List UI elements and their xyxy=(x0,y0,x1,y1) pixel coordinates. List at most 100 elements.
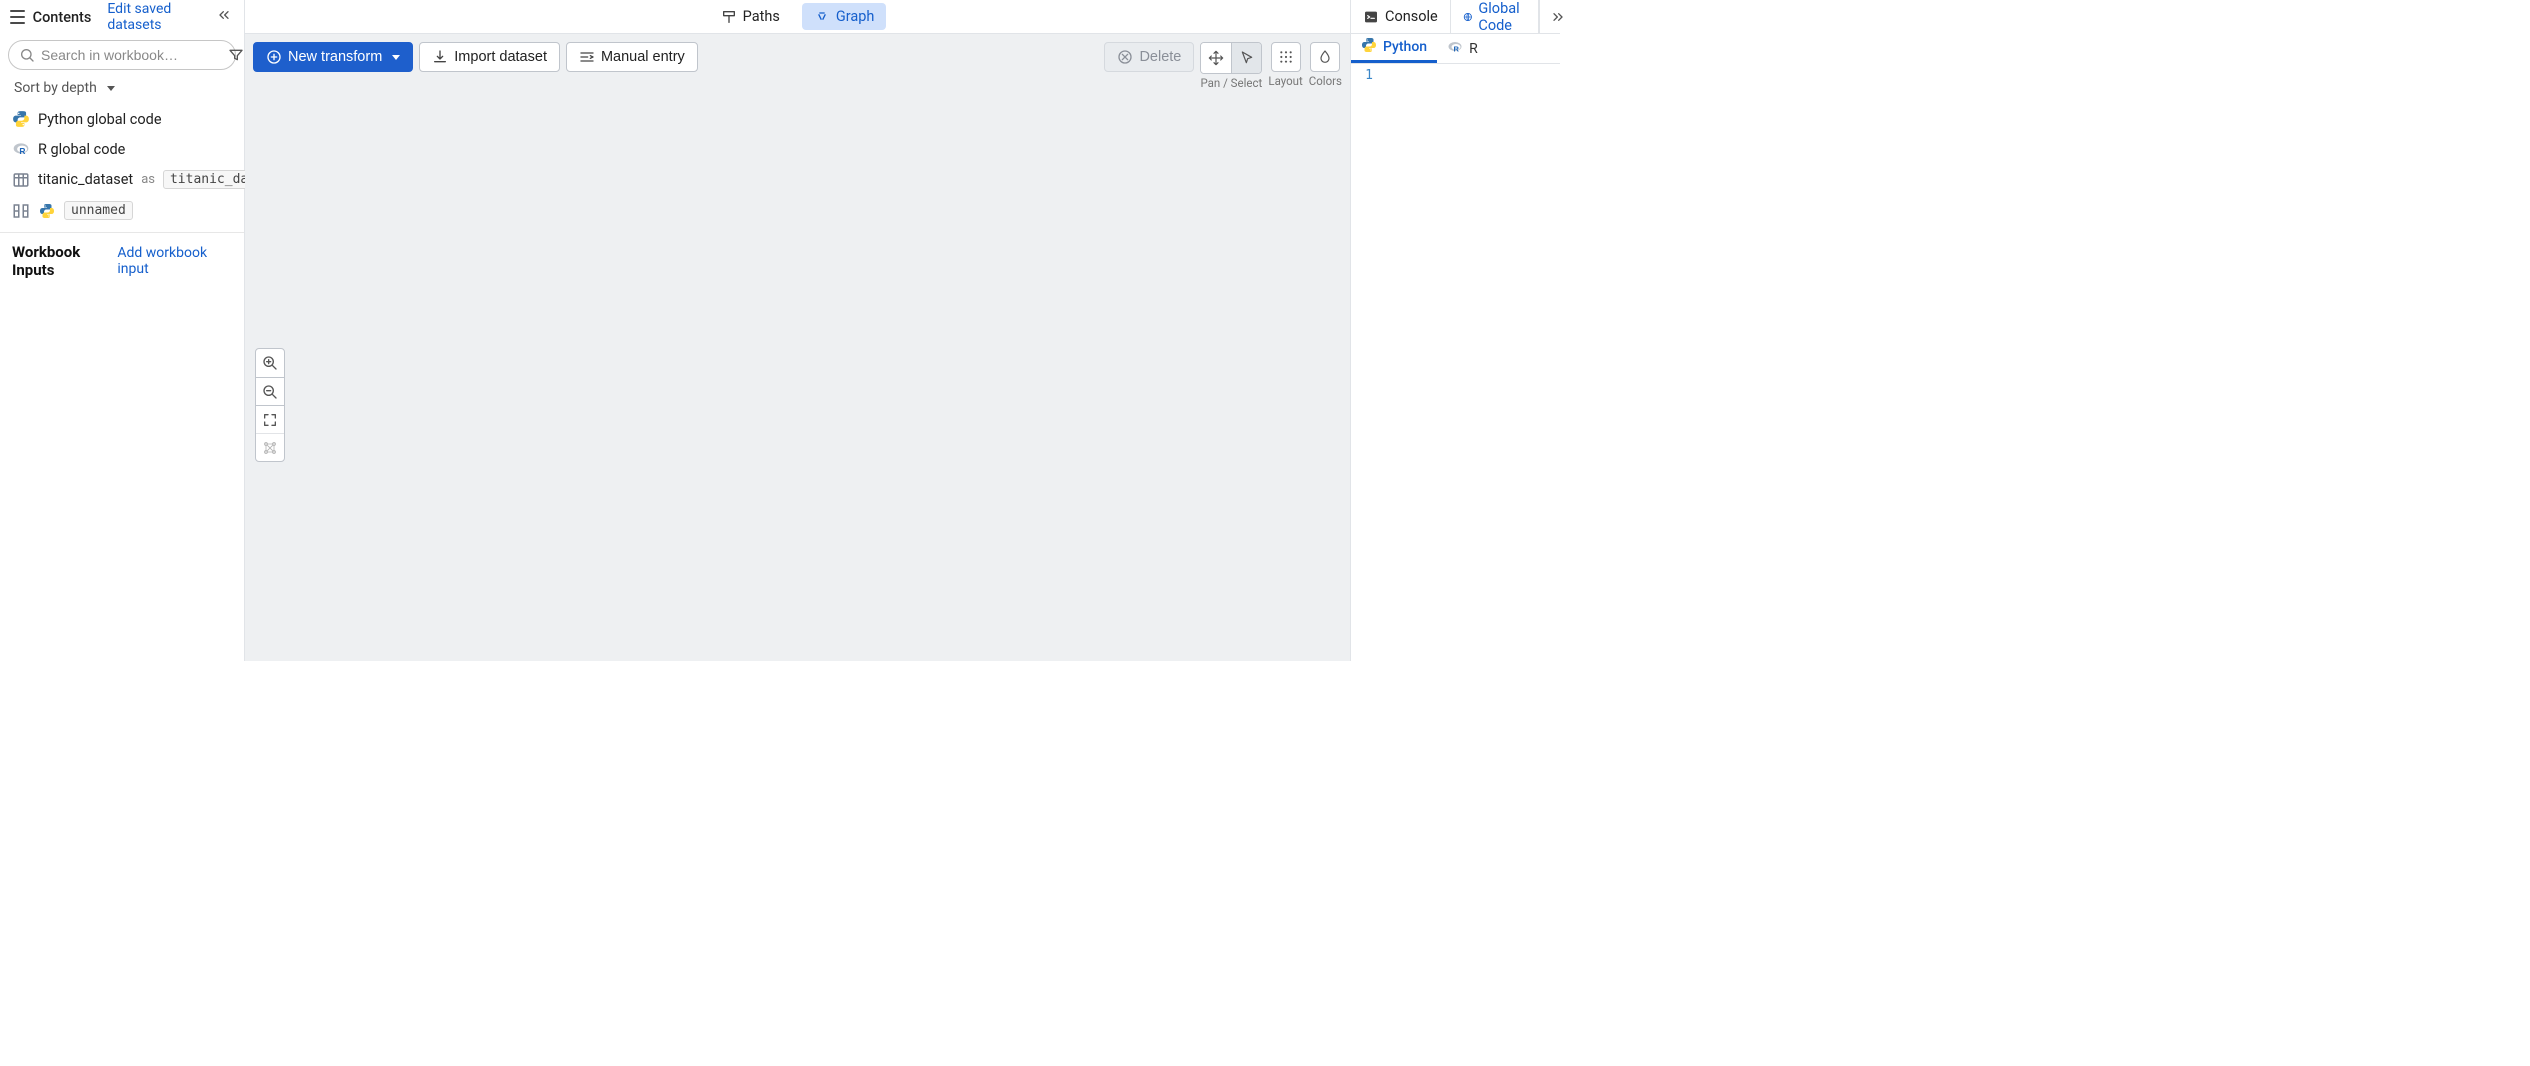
search-input-wrap[interactable] xyxy=(8,40,236,70)
new-transform-button[interactable]: New transform xyxy=(253,42,413,72)
sort-label: Sort by depth xyxy=(14,80,97,96)
colors-group: Colors xyxy=(1309,42,1342,88)
pan-select-group: Pan / Select xyxy=(1200,42,1262,90)
sidebar-header: Contents Edit saved datasets xyxy=(0,0,244,34)
python-icon xyxy=(12,110,30,128)
manual-entry-icon xyxy=(579,49,595,65)
chevron-down-icon xyxy=(388,49,400,65)
zoom-out-button[interactable] xyxy=(256,377,284,405)
droplet-icon xyxy=(1317,49,1333,65)
tree-item-r-global[interactable]: R R global code xyxy=(0,134,244,164)
svg-text:R: R xyxy=(19,146,25,156)
tree-item-titanic-dataset[interactable]: titanic_dataset as titanic_dataset xyxy=(0,164,244,195)
import-dataset-button[interactable]: Import dataset xyxy=(419,42,560,72)
transform-icon xyxy=(12,202,30,220)
caption: Layout xyxy=(1268,74,1302,88)
button-label: Delete xyxy=(1139,49,1181,65)
globe-icon xyxy=(1463,9,1473,25)
button-label: New transform xyxy=(288,49,382,65)
expand-panel-icon[interactable] xyxy=(1539,0,1576,33)
auto-layout-button xyxy=(256,433,284,461)
as-keyword: as xyxy=(141,172,155,187)
fit-icon xyxy=(262,412,278,428)
zoom-controls xyxy=(255,348,285,462)
search-icon xyxy=(19,47,35,63)
sort-dropdown[interactable]: Sort by depth xyxy=(0,74,244,104)
tab-python[interactable]: Python xyxy=(1351,34,1437,63)
r-icon: R xyxy=(1447,39,1463,59)
tab-label: Python xyxy=(1383,39,1427,55)
layout-button[interactable] xyxy=(1271,42,1301,72)
code-editor[interactable]: 1 xyxy=(1351,64,1560,661)
caption: Pan / Select xyxy=(1200,76,1262,90)
tree-item-unnamed-transform[interactable]: unnamed xyxy=(0,195,244,226)
search-input[interactable] xyxy=(41,47,222,63)
tab-label: R xyxy=(1469,41,1478,57)
layout-icon xyxy=(1278,49,1294,65)
center-tabs: Paths Graph xyxy=(245,0,1350,34)
r-icon: R xyxy=(12,140,30,158)
tab-label: Global Code xyxy=(1478,0,1526,34)
transform-name-chip: unnamed xyxy=(64,201,133,220)
language-tabs: Python R R xyxy=(1351,34,1560,64)
hamburger-icon[interactable] xyxy=(10,10,25,24)
tab-paths[interactable]: Paths xyxy=(709,3,792,30)
contents-tree: Python global code R R global code titan… xyxy=(0,104,244,233)
network-icon xyxy=(262,440,278,456)
line-gutter: 1 xyxy=(1351,64,1379,661)
graph-icon xyxy=(814,9,830,25)
filter-icon xyxy=(228,47,244,63)
delete-button: Delete xyxy=(1104,42,1194,72)
console-icon xyxy=(1363,9,1379,25)
add-workbook-input-link[interactable]: Add workbook input xyxy=(117,245,232,277)
collapse-sidebar-icon[interactable] xyxy=(214,7,234,28)
download-icon xyxy=(432,49,448,65)
zoom-in-icon xyxy=(262,355,278,371)
delete-icon xyxy=(1117,49,1133,65)
tree-item-label: titanic_dataset xyxy=(38,171,133,188)
cursor-icon xyxy=(1239,50,1255,66)
tab-global-code[interactable]: Global Code xyxy=(1451,0,1539,33)
zoom-fit-button[interactable] xyxy=(256,405,284,433)
pan-button[interactable] xyxy=(1201,43,1231,73)
caption: Colors xyxy=(1309,74,1342,88)
workbook-inputs-heading: Workbook Inputs xyxy=(12,243,117,279)
colors-button[interactable] xyxy=(1310,42,1340,72)
tab-label: Paths xyxy=(743,8,780,25)
tab-label: Graph xyxy=(836,8,875,25)
code-area[interactable] xyxy=(1379,64,1560,661)
tab-graph[interactable]: Graph xyxy=(802,3,887,30)
python-icon xyxy=(38,202,56,220)
tree-item-python-global[interactable]: Python global code xyxy=(0,104,244,134)
workbook-inputs-section: Workbook Inputs Add workbook input xyxy=(0,233,244,289)
right-panel: Console Global Code Python R xyxy=(1350,0,1560,661)
search-row xyxy=(0,34,244,74)
line-number: 1 xyxy=(1351,68,1373,83)
sidebar-title: Contents xyxy=(33,9,92,26)
center-panel: Paths Graph New transform Import dataset… xyxy=(245,0,1350,661)
python-icon xyxy=(1361,37,1377,57)
chevron-down-icon xyxy=(103,80,115,96)
tree-item-label: R global code xyxy=(38,141,125,158)
button-label: Import dataset xyxy=(454,49,547,65)
tree-item-label: Python global code xyxy=(38,111,162,128)
button-label: Manual entry xyxy=(601,49,685,65)
select-button[interactable] xyxy=(1231,43,1261,73)
graph-canvas[interactable] xyxy=(245,90,1350,661)
right-tabs: Console Global Code xyxy=(1351,0,1560,34)
tab-r[interactable]: R R xyxy=(1437,34,1488,63)
tab-label: Console xyxy=(1385,8,1438,25)
graph-toolbar: New transform Import dataset Manual entr… xyxy=(245,34,1350,90)
zoom-out-icon xyxy=(262,384,278,400)
layout-group: Layout xyxy=(1268,42,1302,88)
paths-icon xyxy=(721,9,737,25)
manual-entry-button[interactable]: Manual entry xyxy=(566,42,698,72)
plus-circle-icon xyxy=(266,49,282,65)
move-icon xyxy=(1208,50,1224,66)
tab-console[interactable]: Console xyxy=(1351,0,1451,33)
svg-text:R: R xyxy=(1454,44,1460,53)
edit-saved-datasets-link[interactable]: Edit saved datasets xyxy=(107,1,206,33)
sidebar: Contents Edit saved datasets Sort by dep… xyxy=(0,0,245,661)
zoom-in-button[interactable] xyxy=(256,349,284,377)
table-icon xyxy=(12,171,30,189)
